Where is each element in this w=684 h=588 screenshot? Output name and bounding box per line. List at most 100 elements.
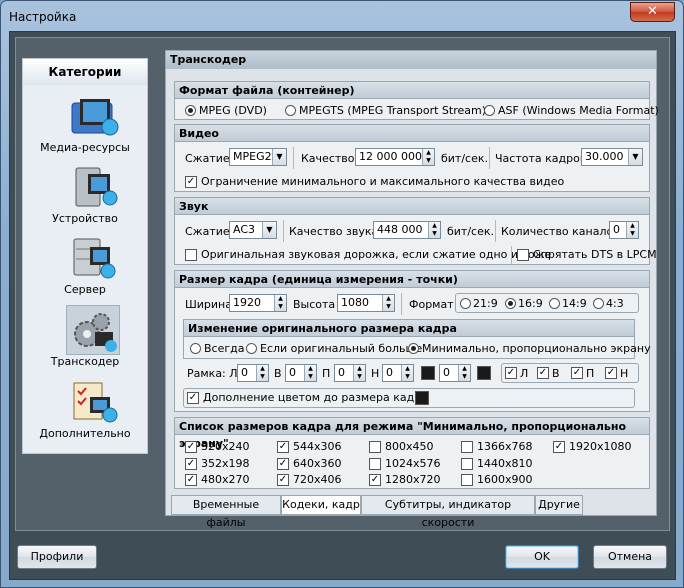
container-mpeg-radio[interactable] xyxy=(185,105,196,116)
spin-arrows-icon[interactable]: ▲ ▼ xyxy=(428,222,440,238)
size-checkbox[interactable] xyxy=(461,474,473,486)
video-framerate-select[interactable]: 30.000 ▼ xyxy=(581,148,643,166)
format-21-9-radio[interactable] xyxy=(460,298,471,309)
video-quality-spinner[interactable]: 12 000 000 ▲ ▼ xyxy=(355,148,435,166)
height-spinner[interactable]: 1080 ▲ ▼ xyxy=(337,294,395,312)
border-bottom-spinner[interactable]: 0 ▲ ▼ xyxy=(382,364,414,382)
close-button[interactable]: ✕ xyxy=(630,2,675,22)
original-track-checkbox[interactable] xyxy=(185,249,197,261)
size-label: 800x450 xyxy=(385,440,434,453)
spin-arrows-icon[interactable]: ▲ ▼ xyxy=(304,365,316,381)
container-option-label: ASF (Windows Media Format) xyxy=(498,104,659,117)
fill-color-label: Дополнение цветом до размера кадра xyxy=(203,391,428,404)
resize-if-larger-radio[interactable] xyxy=(246,343,257,354)
category-label: Дополнительно xyxy=(39,427,131,440)
side-bottom-checkbox[interactable]: ✓ xyxy=(605,367,617,379)
container-asf-radio[interactable] xyxy=(484,105,495,116)
category-device[interactable]: Устройство xyxy=(23,162,147,232)
border-color-swatch[interactable] xyxy=(477,366,491,380)
video-compression-select[interactable]: MPEG2 ▼ xyxy=(229,148,287,166)
border-left-spinner[interactable]: 0 ▲ ▼ xyxy=(237,364,269,382)
tab-other[interactable]: Другие xyxy=(535,495,583,515)
select-value: 30.000 xyxy=(585,150,624,163)
audio-compression-select[interactable]: AC3 ▼ xyxy=(229,221,277,239)
video-group: Видео Сжатие MPEG2 ▼ Качество 12 000 000 ▲… xyxy=(174,124,650,192)
divider xyxy=(489,147,490,169)
side-check-label: В xyxy=(552,367,560,380)
side-check-label: Н xyxy=(620,367,629,380)
format-label: Формат xyxy=(409,298,454,311)
resize-always-radio[interactable] xyxy=(190,343,201,354)
spin-arrows-icon[interactable]: ▲ ▼ xyxy=(458,365,470,381)
size-checkbox[interactable] xyxy=(461,441,473,453)
resize-minimal-radio[interactable] xyxy=(408,343,419,354)
title-bar[interactable]: Настройка ✕ xyxy=(1,1,683,31)
size-checkbox[interactable]: ✓ xyxy=(277,474,289,486)
size-checkbox[interactable]: ✓ xyxy=(277,458,289,470)
audio-quality-unit: бит/сек. xyxy=(447,225,495,238)
width-label: Ширина xyxy=(185,298,232,311)
spinner-value: 1080 xyxy=(341,296,369,309)
category-additional[interactable]: Дополнительно xyxy=(23,377,147,447)
border-top-spinner[interactable]: 0 ▲ ▼ xyxy=(285,364,317,382)
format-16-9-radio[interactable] xyxy=(505,298,516,309)
size-checkbox[interactable]: ✓ xyxy=(277,441,289,453)
border-right-spinner[interactable]: 0 ▲ ▼ xyxy=(334,364,366,382)
category-media[interactable]: Медиа-ресурсы xyxy=(23,91,147,161)
border-extra-spinner[interactable]: 0 ▲ ▼ xyxy=(439,364,471,382)
format-4-3-radio[interactable] xyxy=(593,298,604,309)
size-label: 480x270 xyxy=(201,473,250,486)
side-left-checkbox[interactable]: ✓ xyxy=(505,367,517,379)
side-check-label: Л xyxy=(520,367,529,380)
side-top-checkbox[interactable]: ✓ xyxy=(537,367,549,379)
spinner-value: 1920 xyxy=(233,296,261,309)
fill-color-swatch[interactable] xyxy=(415,391,429,405)
size-label: 320x240 xyxy=(201,440,250,453)
border-color-swatch[interactable] xyxy=(421,366,435,380)
container-mpegts-radio[interactable] xyxy=(285,105,296,116)
audio-channels-label: Количество каналов xyxy=(501,225,620,238)
category-label: Сервер xyxy=(64,283,106,296)
container-group: Формат файла (контейнер) MPEG (DVD) MPEG… xyxy=(174,81,659,120)
category-server[interactable]: Сервер xyxy=(23,233,147,303)
fill-color-checkbox[interactable]: ✓ xyxy=(187,392,199,404)
side-right-checkbox[interactable]: ✓ xyxy=(571,367,583,379)
select-value: AC3 xyxy=(233,223,256,236)
sizes-heading: Список размеров кадра для режима "Минима… xyxy=(175,418,649,450)
format-14-9-radio[interactable] xyxy=(549,298,560,309)
limit-quality-checkbox[interactable]: ✓ xyxy=(185,176,197,188)
audio-channels-spinner[interactable]: 0 ▲ ▼ xyxy=(609,221,639,239)
format-option-label: 14:9 xyxy=(562,297,587,310)
spin-arrows-icon[interactable]: ▲ ▼ xyxy=(353,365,365,381)
border-label: Рамка: Л xyxy=(187,367,238,380)
spinner-value: 0 xyxy=(443,366,450,379)
spin-arrows-icon[interactable]: ▲ ▼ xyxy=(274,295,286,311)
tab-codecs-frame[interactable]: Кодеки, кадр xyxy=(281,495,361,515)
size-checkbox[interactable]: ✓ xyxy=(553,441,565,453)
spin-arrows-icon[interactable]: ▲ ▼ xyxy=(626,222,638,238)
cancel-button[interactable]: Отмена xyxy=(593,545,667,569)
size-checkbox[interactable] xyxy=(369,441,381,453)
size-checkbox[interactable] xyxy=(461,458,473,470)
audio-quality-spinner[interactable]: 448 000 ▲ ▼ xyxy=(373,221,441,239)
size-checkbox[interactable]: ✓ xyxy=(185,441,197,453)
ok-button[interactable]: OK xyxy=(505,545,579,569)
spin-arrows-icon[interactable]: ▲ ▼ xyxy=(401,365,413,381)
spin-arrows-icon[interactable]: ▲ ▼ xyxy=(382,295,394,311)
tab-temp-files[interactable]: Временные файлы xyxy=(171,495,281,529)
hide-dts-label: Спрятать DTS в LPCM xyxy=(533,248,657,261)
video-heading: Видео xyxy=(175,125,649,142)
tab-subtitles-speed[interactable]: Субтитры, индикатор скорости xyxy=(361,495,535,529)
resize-option-label: Всегда xyxy=(204,342,245,355)
width-spinner[interactable]: 1920 ▲ ▼ xyxy=(229,294,287,312)
size-checkbox[interactable]: ✓ xyxy=(185,474,197,486)
size-checkbox[interactable]: ✓ xyxy=(369,474,381,486)
size-checkbox[interactable]: ✓ xyxy=(185,458,197,470)
spin-arrows-icon[interactable]: ▲ ▼ xyxy=(256,365,268,381)
size-checkbox[interactable] xyxy=(369,458,381,470)
category-transcoder[interactable]: Транскодер xyxy=(23,305,147,375)
spin-arrows-icon[interactable]: ▲ ▼ xyxy=(422,149,434,165)
container-option-label: MPEG (DVD) xyxy=(199,104,267,117)
profiles-button[interactable]: Профили xyxy=(17,545,97,569)
hide-dts-checkbox[interactable] xyxy=(517,249,529,261)
